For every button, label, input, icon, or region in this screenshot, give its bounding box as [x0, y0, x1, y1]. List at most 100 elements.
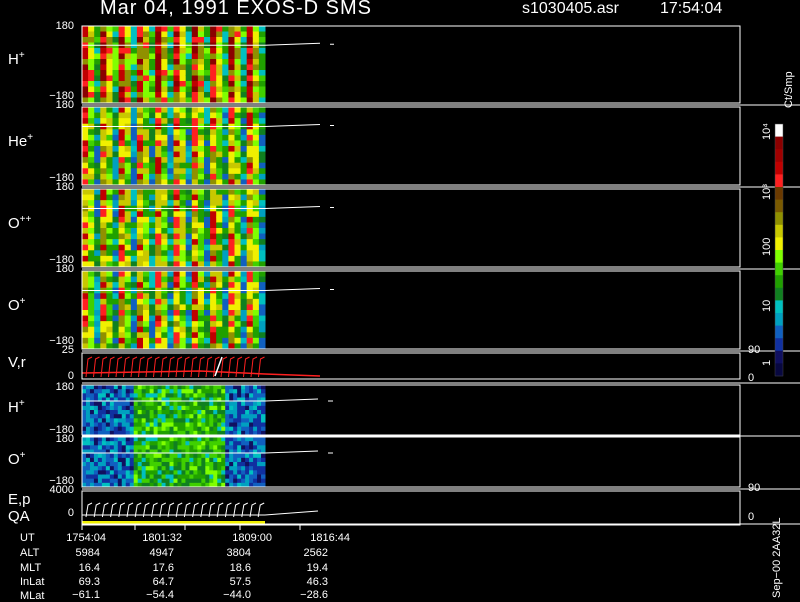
- heatmap-cell: [112, 37, 120, 43]
- heatmap-cell: [213, 445, 218, 450]
- heatmap-cell: [233, 441, 238, 446]
- heatmap-cell: [225, 422, 230, 428]
- heatmap-cell: [97, 426, 103, 432]
- heatmap-cell: [209, 453, 214, 459]
- heatmap-cell: [167, 276, 174, 283]
- heatmap-cell: [210, 118, 217, 125]
- heatmap-cell: [253, 462, 258, 467]
- heatmap-cell: [228, 255, 235, 262]
- heatmap-cell: [136, 194, 144, 201]
- heatmap-cell: [179, 315, 187, 322]
- heatmap-cell: [112, 107, 120, 114]
- heatmap-cell: [193, 422, 198, 428]
- heatmap-cell: [185, 194, 193, 201]
- heatmap-cell: [82, 129, 89, 136]
- heatmap-cell: [106, 75, 113, 82]
- heatmap-cell: [155, 118, 162, 125]
- heatmap-cell: [118, 233, 126, 240]
- panel-label-he-plus: He+: [8, 132, 34, 150]
- heatmap-cell: [130, 81, 138, 87]
- heatmap-cell: [165, 462, 171, 467]
- heatmap-cell: [241, 478, 246, 484]
- heatmap-cell: [112, 140, 120, 147]
- heatmap-cell: [191, 321, 199, 328]
- heatmap-cell: [167, 321, 174, 328]
- heatmap-cell: [197, 151, 205, 158]
- heatmap-cell: [197, 75, 205, 82]
- heatmap-cell: [210, 92, 217, 98]
- heatmap-cell: [252, 64, 260, 71]
- heatmap-cell: [216, 304, 223, 311]
- heatmap-cell: [97, 445, 103, 450]
- heatmap-cell: [153, 414, 159, 419]
- heatmap-cell: [201, 389, 206, 394]
- heatmap-cell: [205, 474, 210, 480]
- heatmap-cell: [130, 189, 138, 196]
- heatmap-cell: [145, 401, 151, 407]
- heatmap-cell: [213, 470, 218, 475]
- heatmap-cell: [133, 418, 139, 423]
- heatmap-cell: [240, 75, 248, 82]
- heatmap-cell: [143, 189, 150, 196]
- heatmap-cell: [124, 326, 132, 333]
- heatmap-cell: [130, 222, 138, 229]
- heatmap-cell: [246, 211, 254, 218]
- heatmap-cell: [145, 410, 151, 415]
- heatmap-cell: [113, 457, 119, 463]
- heatmap-cell: [113, 445, 119, 450]
- heatmap-cell: [88, 315, 95, 322]
- heatmap-cell: [94, 173, 101, 180]
- heatmap-cell: [109, 470, 115, 475]
- heatmap-cell: [161, 293, 168, 300]
- heatmap-cell: [136, 48, 144, 54]
- heatmap-cell: [173, 393, 178, 398]
- heatmap-cell: [167, 228, 174, 235]
- heatmap-cell: [229, 478, 234, 484]
- heatmap-cell: [257, 462, 262, 467]
- heatmap-cell: [136, 321, 144, 328]
- heatmap-cell: [167, 244, 174, 251]
- heatmap-cell: [133, 478, 139, 484]
- heatmap-cell: [258, 26, 266, 32]
- heatmap-cell: [100, 48, 107, 54]
- heatmap-cell: [177, 474, 182, 480]
- heatmap-cell: [257, 422, 262, 428]
- heatmap-cell: [167, 216, 174, 223]
- heatmap-cell: [129, 466, 135, 471]
- heatmap-cell: [204, 129, 211, 136]
- right-tick-label: 0: [748, 511, 755, 523]
- heatmap-cell: [136, 239, 144, 246]
- heatmap-cell: [94, 151, 101, 158]
- heatmap-cell: [88, 118, 95, 125]
- heatmap-cell: [222, 81, 229, 87]
- heatmap-cell: [179, 157, 187, 164]
- heatmap-cell: [233, 414, 238, 419]
- heatmap-cell: [109, 422, 115, 428]
- heatmap-cell: [112, 64, 120, 71]
- heatmap-cell: [173, 70, 181, 76]
- heatmap-cell: [261, 389, 266, 394]
- heatmap-cell: [136, 157, 144, 164]
- heatmap-cell: [185, 276, 193, 283]
- heatmap-cell: [157, 426, 163, 432]
- heatmap-cell: [129, 389, 135, 394]
- heatmap-cell: [246, 107, 254, 114]
- heatmap-cell: [149, 418, 155, 423]
- heatmap-cell: [165, 445, 171, 450]
- heatmap-cell: [124, 194, 132, 201]
- heatmap-cell: [233, 470, 238, 475]
- heatmap-cell: [204, 70, 211, 76]
- heatmap-cell: [157, 457, 163, 463]
- heatmap-cell: [209, 385, 214, 390]
- heatmap-cell: [130, 250, 138, 257]
- heatmap-cell: [229, 401, 234, 407]
- heatmap-cell: [161, 441, 167, 446]
- heatmap-cell: [177, 426, 182, 432]
- heatmap-cell: [228, 326, 235, 333]
- heatmap-cell: [157, 422, 163, 428]
- heatmap-cell: [179, 86, 187, 93]
- heatmap-cell: [173, 332, 181, 339]
- heatmap-cell: [93, 393, 99, 398]
- heatmap-cell: [209, 393, 214, 398]
- tick-label: 180: [55, 181, 74, 193]
